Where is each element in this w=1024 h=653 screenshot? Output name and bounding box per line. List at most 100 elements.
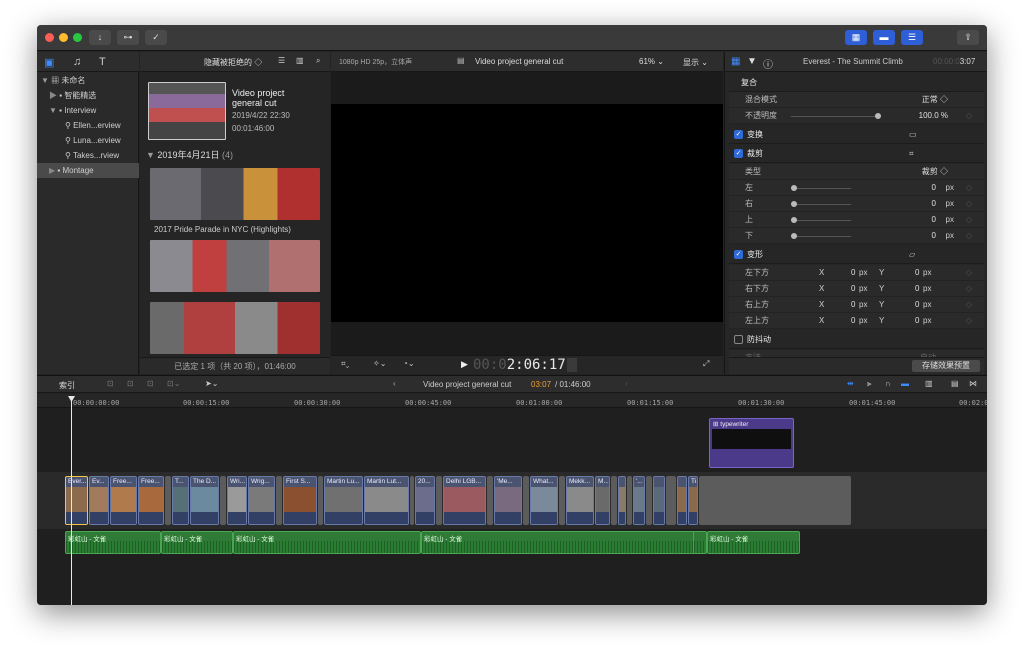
gap-clip[interactable]: [666, 476, 676, 525]
titles-generators-icon[interactable]: T: [99, 56, 106, 68]
clip-thumbnail-1[interactable]: [150, 168, 320, 220]
crop-checkbox[interactable]: ✓: [734, 149, 743, 158]
crop-type-row[interactable]: 类型 裁剪 ◇: [729, 164, 984, 180]
video-clip[interactable]: First S...: [283, 476, 317, 525]
video-clip[interactable]: 20...: [415, 476, 435, 525]
back-arrow-icon[interactable]: ‹: [393, 379, 396, 388]
video-clip[interactable]: T...: [172, 476, 189, 525]
append-clip-icon[interactable]: ⊡: [147, 379, 154, 388]
effects-browser-icon[interactable]: ▤: [951, 379, 959, 388]
speed-icon[interactable]: ◔⌄: [403, 359, 415, 368]
forward-arrow-icon[interactable]: ›: [625, 379, 628, 388]
viewer-canvas[interactable]: [331, 104, 723, 322]
clip-thumbnail-3[interactable]: [150, 302, 320, 354]
crop-top-row[interactable]: 上 0 px ◇: [729, 212, 984, 228]
play-button[interactable]: ▶: [461, 359, 468, 370]
crop-section[interactable]: ✓ 裁剪 ⌗: [729, 145, 984, 163]
stabilize-section[interactable]: 防抖动: [729, 331, 984, 349]
zoom-window-button[interactable]: [73, 33, 82, 42]
crop-tool-icon[interactable]: ⌗⌄: [341, 359, 349, 369]
video-inspector-icon[interactable]: ▦: [731, 56, 740, 67]
key-icon[interactable]: ⊶: [117, 30, 139, 45]
audio-clip[interactable]: 彩虹山 - 文雀: [421, 531, 707, 554]
audio-clip[interactable]: 彩虹山 - 文雀: [707, 531, 800, 554]
select-tool-icon[interactable]: ➤⌄: [205, 379, 218, 388]
library-root[interactable]: ▼ ▦ 未命名: [41, 73, 85, 88]
gap-clip[interactable]: [627, 476, 632, 525]
video-clip[interactable]: M...: [595, 476, 610, 525]
minimize-window-button[interactable]: [59, 33, 68, 42]
video-clip[interactable]: Free...: [110, 476, 137, 525]
search-icon[interactable]: ⌕: [316, 56, 320, 66]
distort-onscreen-icon[interactable]: ▱: [909, 246, 915, 264]
enhance-icon[interactable]: ✧⌄: [373, 359, 386, 368]
filter-inspector-icon[interactable]: ▼: [747, 56, 757, 67]
video-clip[interactable]: Mekk...: [566, 476, 594, 525]
filter-dropdown[interactable]: 隐藏被拒绝的 ◇: [204, 57, 262, 68]
audio-skimming-icon[interactable]: ⫸: [867, 379, 872, 389]
distort-checkbox[interactable]: ✓: [734, 250, 743, 259]
timeline-ruler[interactable]: [37, 394, 987, 408]
library-item-smart[interactable]: ▶ ▪ 智能精选: [49, 88, 96, 103]
gap-clip[interactable]: [487, 476, 493, 525]
timecode-display[interactable]: 00:02:06:17: [473, 357, 566, 373]
gap-clip[interactable]: [646, 476, 652, 525]
share-icon[interactable]: ⇪: [957, 30, 979, 45]
library-item-montage[interactable]: ▶ ▪ Montage: [37, 163, 139, 178]
library-item-takes[interactable]: ⚲ Takes...rview: [65, 148, 119, 163]
snapping-icon[interactable]: ▬: [901, 379, 909, 388]
skimming-icon[interactable]: ⇹: [847, 379, 854, 388]
close-window-button[interactable]: [45, 33, 54, 42]
video-clip[interactable]: [618, 476, 626, 525]
library-item-luna[interactable]: ⚲ Luna...erview: [65, 133, 121, 148]
audio-clip[interactable]: 彩虹山 - 文雀: [65, 531, 161, 554]
audio-clip[interactable]: 彩虹山 - 文雀: [233, 531, 421, 554]
save-effects-preset-button[interactable]: 存储效果预置: [912, 360, 980, 372]
audio-clip[interactable]: 彩虹山 - 文雀: [161, 531, 233, 554]
gap-clip[interactable]: [699, 476, 851, 525]
video-clip[interactable]: Wrig...: [248, 476, 275, 525]
gap-clip[interactable]: [611, 476, 617, 525]
video-clip[interactable]: What...: [530, 476, 558, 525]
distort-row-2[interactable]: 右下方 X 0 px Y 0 px ◇: [729, 281, 984, 297]
transform-section[interactable]: ✓ 变换 ▭: [729, 126, 984, 144]
video-clip[interactable]: Martin Lut...: [364, 476, 409, 525]
video-clip[interactable]: '...: [633, 476, 645, 525]
stabilize-checkbox[interactable]: [734, 335, 743, 344]
gap-clip[interactable]: [165, 476, 171, 525]
video-clip[interactable]: Wri...: [227, 476, 247, 525]
checkmark-circle-icon[interactable]: ✓: [145, 30, 167, 45]
clip-thumbnail-2[interactable]: [150, 240, 320, 292]
opacity-row[interactable]: 不透明度 100.0 % ◇: [729, 108, 984, 124]
zoom-dropdown[interactable]: 61% ⌄: [639, 57, 664, 66]
library-item-interview[interactable]: ▼ ▪ Interview: [49, 103, 96, 118]
gap-clip[interactable]: [276, 476, 282, 525]
video-clip[interactable]: 'Me...: [494, 476, 522, 525]
video-clip[interactable]: Martin Lu...: [324, 476, 363, 525]
video-clip[interactable]: [653, 476, 665, 525]
gap-clip[interactable]: [220, 476, 226, 525]
crop-type-dropdown[interactable]: 裁剪 ◇: [922, 164, 948, 180]
gap-clip[interactable]: [559, 476, 565, 525]
download-icon[interactable]: ↓: [89, 30, 111, 45]
clip-appearance-icon[interactable]: ▥: [925, 379, 933, 388]
crop-onscreen-icon[interactable]: ⌗: [909, 145, 914, 163]
index-button[interactable]: 索引: [59, 380, 75, 391]
event-group-header[interactable]: ▼ 2019年4月21日 (4): [146, 148, 233, 163]
video-clip[interactable]: Free...: [138, 476, 164, 525]
info-icon[interactable]: ⓘ: [763, 56, 773, 71]
distort-row-1[interactable]: 左下方 X 0 px Y 0 px ◇: [729, 265, 984, 281]
title-clip[interactable]: ⊞ typewriter: [709, 418, 794, 468]
connect-clip-icon[interactable]: ⊡: [107, 379, 114, 388]
distort-row-4[interactable]: 左上方 X 0 px Y 0 px ◇: [729, 313, 984, 329]
show-timeline-button[interactable]: ▬: [873, 30, 895, 45]
distort-row-3[interactable]: 右上方 X 0 px Y 0 px ◇: [729, 297, 984, 313]
fullscreen-icon[interactable]: ⤢: [703, 359, 709, 369]
gap-clip[interactable]: [318, 476, 323, 525]
gap-clip[interactable]: [410, 476, 414, 525]
blend-mode-row[interactable]: 混合模式 正常 ◇: [729, 92, 984, 108]
show-inspector-button[interactable]: ☰: [901, 30, 923, 45]
show-library-button[interactable]: ▦: [845, 30, 867, 45]
transform-onscreen-icon[interactable]: ▭: [909, 126, 917, 144]
video-clip[interactable]: Ev...: [89, 476, 109, 525]
